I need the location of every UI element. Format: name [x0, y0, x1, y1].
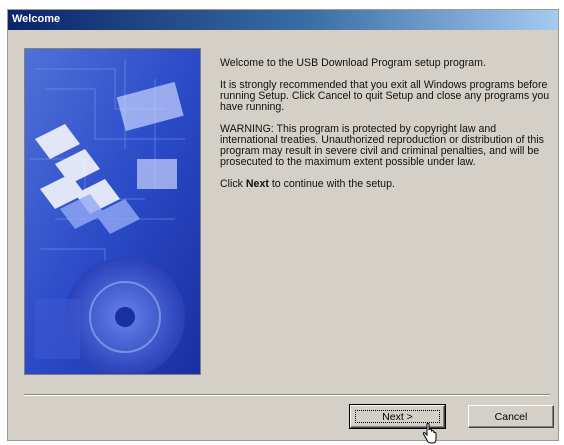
- welcome-text: Welcome to the USB Download Program setu…: [220, 58, 550, 201]
- continue-prefix: Click: [220, 178, 246, 190]
- continue-paragraph: Click Next to continue with the setup.: [220, 179, 550, 190]
- pointer-hand-icon: [422, 423, 437, 444]
- focus-rect: [355, 410, 440, 423]
- warning-paragraph: WARNING: This program is protected by co…: [220, 123, 544, 168]
- cancel-button-label: Cancel: [494, 410, 528, 423]
- setup-hero-image: [24, 48, 201, 375]
- continue-suffix: to continue with the setup.: [268, 178, 395, 190]
- window-title: Welcome: [12, 13, 61, 25]
- title-bar[interactable]: Welcome: [8, 10, 558, 30]
- welcome-paragraph: Welcome to the USB Download Program setu…: [220, 57, 486, 69]
- cancel-button[interactable]: Cancel: [468, 405, 554, 428]
- recommendation-paragraph: It is strongly recommended that you exit…: [220, 79, 550, 113]
- setup-dialog: Welcome Welcome to the USB Download Prog…: [7, 9, 559, 444]
- next-keyword: Next: [245, 178, 269, 190]
- button-separator: [24, 394, 550, 396]
